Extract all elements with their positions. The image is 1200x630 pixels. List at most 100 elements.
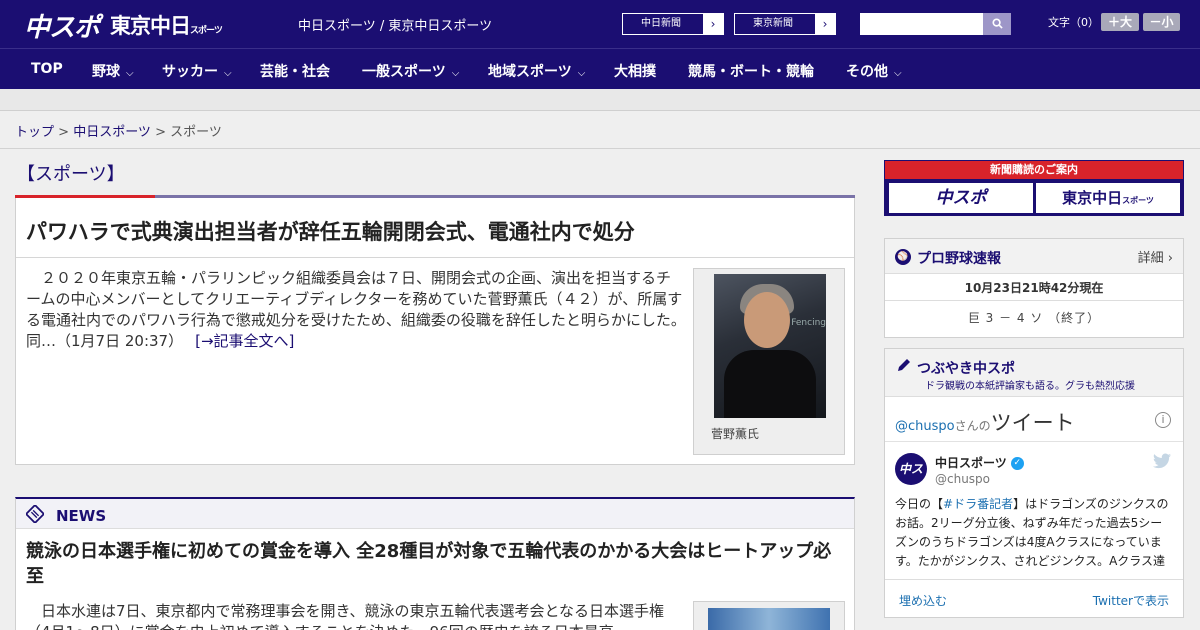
nav-item-soccer[interactable]: サッカー ⌵ [162,61,232,81]
tweet-author-name[interactable]: 中日スポーツ ✓ [935,454,1024,471]
breadcrumb-bar: トップ > 中日スポーツ > スポーツ [0,111,1200,149]
article-header: パワハラで式典演出担当者が辞任五輪開閉会式、電通社内で処分 [16,198,854,258]
nav-label: 競馬・ボート・競輪 [688,64,814,80]
pen-icon [898,359,910,371]
subscription-tokyo-logo[interactable]: 東京中日スポーツ [1036,183,1180,213]
chuspo-logo[interactable]: 中スポ [24,7,100,44]
nav-label: その他 [846,64,888,80]
chevron-down-icon: ⌵ [894,68,902,79]
nav-item-general-sports[interactable]: 一般スポーツ ⌵ [362,61,459,81]
baseball-score[interactable]: 巨 3 － 4 ソ （終了） [885,309,1183,326]
nav-label: 大相撲 [614,64,656,80]
section-title: 【スポーツ】 [17,164,125,185]
photo-backdrop-text: Fencing [791,318,826,328]
baseball-header: ⚾ プロ野球速報 詳細 › [885,239,1183,274]
info-icon[interactable]: i [1155,412,1171,428]
tweet-author-text: 中日スポーツ [935,456,1007,470]
news-photo[interactable] [708,608,830,630]
photo-caption: 菅野薫氏 [711,427,760,441]
nav-label: 一般スポーツ [362,64,446,80]
baseball-details-link[interactable]: 詳細 › [1138,247,1173,266]
view-on-twitter-link[interactable]: Twitterで表示 [1093,592,1169,609]
photo-face [744,292,790,348]
search-icon [991,18,1003,29]
font-smaller-button[interactable]: －小 [1143,13,1180,31]
main-nav: TOP 野球 ⌵ サッカー ⌵ 芸能・社会 一般スポーツ ⌵ 地域スポーツ ⌵ 大相撲 … [0,48,1200,89]
subscription-tokyo-text: 東京中日 [1062,189,1123,207]
search-button[interactable] [983,13,1011,35]
article-photo-box: Fencing 菅野薫氏 [693,268,845,455]
top-header: 中スポ 東京中日スポーツ 中日スポーツ / 東京中日スポーツ 中日新聞 › 東京… [0,0,1200,48]
chunichi-shimbun-button[interactable]: 中日新聞 › [622,13,724,35]
subscription-chuspo-logo[interactable]: 中スポ [889,183,1033,213]
article-body: ２０２０年東京五輪・パラリンピック組織委員会は７日、開閉会式の企画、演出を担当す… [26,268,686,352]
twitter-widget: つぶやき中スポ ドラ観戦の本紙評論家も語る。グラも熱烈応援 @chuspoさんの… [884,348,1184,618]
top-article: パワハラで式典演出担当者が辞任五輪開閉会式、電通社内で処分 ２０２０年東京五輪・… [15,198,855,465]
breadcrumb-top-link[interactable]: トップ [15,125,54,140]
twitter-account-line: @chuspoさんのツイート [895,407,1075,437]
nav-item-sumo[interactable]: 大相撲 [614,61,656,81]
twitter-title: つぶやき中スポ [917,361,1015,377]
chevron-down-icon: ⌵ [126,68,134,79]
nav-label: サッカー [162,64,218,80]
photo-body [724,350,816,418]
chevron-right-icon: › [815,14,835,34]
read-more-link[interactable]: [→記事全文へ] [195,332,294,350]
nav-item-top[interactable]: TOP [31,61,63,77]
twitter-bird-icon[interactable] [1153,453,1171,469]
sub-strip [0,89,1200,111]
tokyo-chunichi-logo-small: スポーツ [190,26,223,36]
nav-item-racing[interactable]: 競馬・ボート・競輪 [688,61,814,81]
news-section: NEWS 競泳の日本選手権に初めての賞金を導入 全28種目が対象で五輪代表のかか… [15,497,855,630]
breadcrumb: トップ > 中日スポーツ > スポーツ [15,121,222,140]
twitter-divider [885,441,1183,442]
verified-icon: ✓ [1010,457,1024,470]
news-label: NEWS [56,507,107,525]
tweet-hashtag-link[interactable]: #ドラ番記者 [943,497,1013,511]
nav-label: TOP [31,61,63,77]
newspaper-icon [26,505,44,523]
font-larger-button[interactable]: ＋大 [1101,13,1139,31]
twitter-handle-suffix: さんの [954,419,991,433]
search-input[interactable] [860,13,984,35]
chunichi-shimbun-label: 中日新聞 [641,18,681,29]
tokyo-shimbun-button[interactable]: 東京新聞 › [734,13,836,35]
article-summary: ２０２０年東京五輪・パラリンピック組織委員会は７日、開閉会式の企画、演出を担当す… [26,269,686,350]
font-size-label: 文字（0） [1048,16,1099,29]
article-headline[interactable]: パワハラで式典演出担当者が辞任五輪開閉会式、電通社内で処分 [26,216,635,246]
chevron-down-icon: ⌵ [224,68,232,79]
nav-label: 芸能・社会 [260,64,330,80]
news-headline[interactable]: 競泳の日本選手権に初めての賞金を導入 全28種目が対象で五輪代表のかかる大会はヒ… [26,539,846,589]
avatar[interactable]: 中スポ [895,453,927,508]
nav-item-regional-sports[interactable]: 地域スポーツ ⌵ [488,61,585,81]
article-photo[interactable]: Fencing [714,274,826,418]
tweet-author-handle[interactable]: @chuspo [935,472,990,486]
tweet-text-pre: 今日の【 [895,497,944,511]
embed-link[interactable]: 埋め込む [899,592,947,609]
twitter-handle-link[interactable]: @chuspo [895,419,955,434]
chevron-right-icon: › [703,14,723,34]
news-summary: 日本水連は7日、東京都内で常務理事会を開き、競泳の東京五輪代表選考会となる日本選… [26,602,665,630]
news-header: NEWS [16,499,854,529]
breadcrumb-chunichi-link[interactable]: 中日スポーツ [73,125,151,140]
nav-item-entertainment[interactable]: 芸能・社会 [260,61,330,81]
subscription-banner[interactable]: 新聞購読のご案内 中スポ 東京中日スポーツ [884,160,1184,216]
twitter-footer: 埋め込む Twitterで表示 [885,579,1183,617]
baseball-scores-widget: ⚾ プロ野球速報 詳細 › 10月23日21時42分現在 巨 3 － 4 ソ （… [884,238,1184,338]
news-photo-box [693,601,845,630]
nav-item-baseball[interactable]: 野球 ⌵ [92,61,134,81]
chevron-down-icon: ⌵ [451,68,460,79]
subscription-tokyo-small: スポーツ [1122,196,1154,205]
twitter-header: つぶやき中スポ ドラ観戦の本紙評論家も語る。グラも熱烈応援 [885,349,1183,397]
twitter-subtitle: ドラ観戦の本紙評論家も語る。グラも熱烈応援 [925,381,1135,392]
tweet-text: 今日の【#ドラ番記者】はドラゴンズのジンクスのお話。2リーグ分立後、ねずみ年だっ… [895,495,1173,569]
subscription-title: 新聞購読のご案内 [885,161,1183,179]
tokyo-shimbun-label: 東京新聞 [753,18,793,29]
breadcrumb-sep: > [150,125,171,140]
nav-label: 地域スポーツ [488,64,572,80]
nav-item-other[interactable]: その他 ⌵ [846,61,902,81]
baseball-title: プロ野球速報 [917,251,1001,267]
tokyo-chunichi-logo[interactable]: 東京中日スポーツ [110,10,223,40]
baseball-icon: ⚾ [895,249,911,265]
chevron-down-icon: ⌵ [577,68,586,79]
